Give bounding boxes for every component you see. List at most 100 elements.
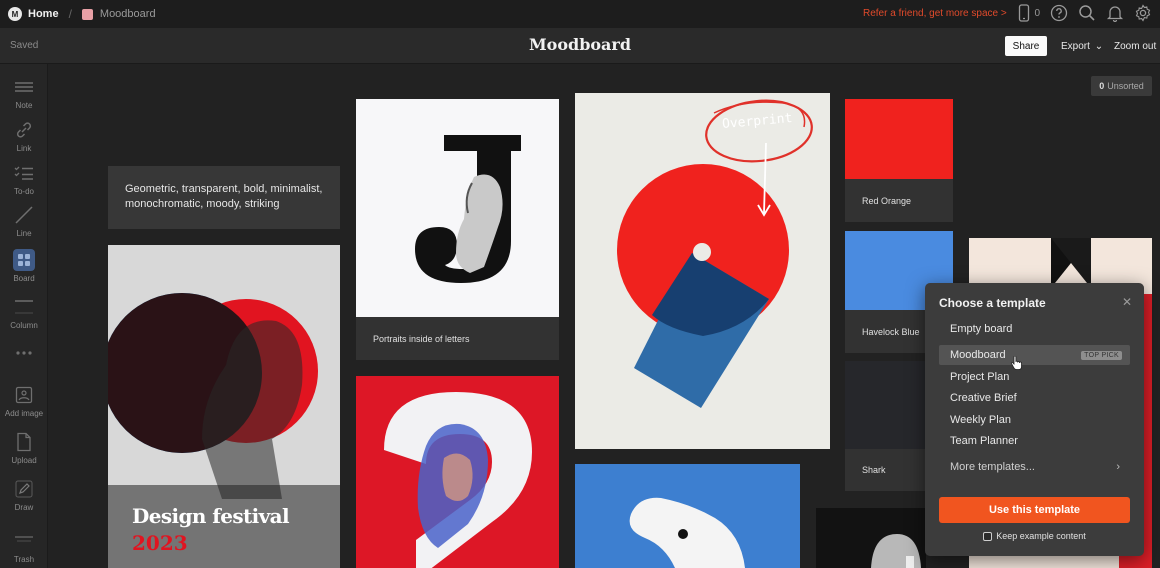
note-text: Geometric, transparent, bold, minimalist…: [125, 183, 323, 210]
board-color-icon: [81, 8, 93, 20]
device-count: 0: [1034, 7, 1040, 19]
template-moodboard[interactable]: Moodboard TOP PICK: [939, 345, 1130, 365]
swatch-red-orange-caption: Red Orange: [845, 179, 953, 222]
more-templates-link[interactable]: More templates... ›: [939, 457, 1130, 477]
template-team-planner[interactable]: Team Planner: [939, 431, 1130, 451]
template-project-plan[interactable]: Project Plan: [939, 367, 1130, 387]
export-label: Export: [1061, 41, 1090, 52]
bell-icon[interactable]: [1106, 4, 1124, 22]
breadcrumb-board[interactable]: Moodboard: [100, 8, 156, 20]
note-card[interactable]: Geometric, transparent, bold, minimalist…: [108, 166, 340, 229]
template-label: Team Planner: [950, 435, 1018, 447]
mobile-button[interactable]: 0: [1018, 4, 1040, 22]
template-label: Empty board: [950, 323, 1013, 335]
swatch-red-orange-label: Red Orange: [862, 195, 912, 206]
festival-title: Design festival: [132, 504, 290, 528]
swatch-shark-label: Shark: [862, 465, 886, 475]
close-icon[interactable]: ✕: [1122, 295, 1132, 309]
board-icon: [13, 249, 35, 271]
tool-note-label: Note: [15, 101, 33, 110]
tool-link[interactable]: Link: [0, 119, 48, 153]
tool-board[interactable]: Board: [0, 249, 48, 283]
number-two-poster[interactable]: [356, 376, 559, 568]
tool-column[interactable]: Column: [0, 296, 48, 330]
link-icon: [13, 119, 35, 141]
export-button[interactable]: Export ⌄: [1061, 41, 1103, 52]
more-icon: [13, 342, 35, 364]
tool-board-label: Board: [13, 274, 35, 283]
tool-draw-label: Draw: [14, 503, 34, 512]
tool-sidebar: Note Link To-do Line Board Column Add im…: [0, 64, 48, 568]
keep-example-content-option[interactable]: Keep example content: [925, 531, 1144, 541]
keep-example-checkbox[interactable]: [983, 531, 993, 541]
home-logo-icon[interactable]: M: [8, 7, 22, 21]
zoom-out-button[interactable]: Zoom out: [1114, 41, 1156, 52]
tool-todo-label: To-do: [13, 187, 34, 196]
overprint-poster[interactable]: Overprint: [575, 93, 830, 449]
swatch-havelock-blue-label: Havelock Blue: [862, 326, 920, 337]
portrait-caption: Portraits inside of letters: [373, 333, 470, 344]
template-panel-title: Choose a template: [939, 296, 1046, 310]
help-icon[interactable]: [1050, 4, 1068, 22]
breadcrumb-separator: /: [68, 7, 72, 21]
top-bar: M Home / Moodboard Refer a friend, get m…: [0, 0, 1160, 28]
festival-year: 2023: [132, 531, 188, 555]
tool-upload[interactable]: Upload: [0, 431, 48, 465]
template-weekly-plan[interactable]: Weekly Plan: [939, 410, 1130, 430]
tool-note[interactable]: Note: [0, 76, 48, 110]
template-creative-brief[interactable]: Creative Brief: [939, 388, 1130, 408]
template-empty-board[interactable]: Empty board: [939, 319, 1130, 339]
board-title[interactable]: Moodboard: [0, 35, 1160, 54]
tool-more[interactable]: [0, 342, 48, 364]
number-two-artwork: [356, 376, 559, 568]
tool-upload-label: Upload: [11, 456, 37, 465]
template-chooser-panel: Choose a template ✕ Empty board Moodboar…: [925, 283, 1144, 556]
board-toolbar: Saved Moodboard Share Export ⌄ Zoom out: [0, 28, 1160, 64]
mobile-icon: [1019, 4, 1030, 22]
column-icon: [13, 296, 35, 318]
refer-link[interactable]: Refer a friend, get more space >: [863, 8, 1007, 19]
swatch-red-orange[interactable]: [845, 99, 953, 179]
tool-trash-label: Trash: [13, 555, 35, 564]
letter-j-artwork: [356, 99, 559, 317]
tool-line-label: Line: [16, 229, 32, 238]
tool-draw[interactable]: Draw: [0, 478, 48, 512]
chevron-right-icon: ›: [1116, 461, 1120, 473]
blue-shape-poster[interactable]: [575, 464, 800, 568]
tool-trash[interactable]: Trash: [0, 530, 48, 564]
search-icon[interactable]: [1078, 4, 1096, 22]
tool-line[interactable]: Line: [0, 204, 48, 238]
upload-icon: [13, 431, 35, 453]
line-icon: [13, 204, 35, 226]
tool-column-label: Column: [10, 321, 38, 330]
pencil-icon: [13, 478, 35, 500]
tool-add-image[interactable]: Add image: [0, 384, 48, 418]
template-label: Creative Brief: [950, 392, 1017, 404]
use-template-button[interactable]: Use this template: [939, 497, 1130, 523]
top-pick-badge: TOP PICK: [1081, 350, 1122, 360]
gear-icon[interactable]: [1134, 4, 1152, 22]
black-poster-artwork: [816, 508, 926, 568]
tool-add-image-label: Add image: [4, 409, 44, 418]
blue-poster-artwork: [575, 464, 800, 568]
image-icon: [13, 384, 35, 406]
share-button[interactable]: Share: [1005, 36, 1047, 56]
todo-icon: [13, 162, 35, 184]
chevron-down-icon: ⌄: [1094, 41, 1104, 52]
portrait-caption-card: Portraits inside of letters: [356, 317, 559, 360]
design-festival-poster[interactable]: Design festival 2023: [108, 245, 340, 568]
tool-todo[interactable]: To-do: [0, 162, 48, 196]
unsorted-count: 0: [1099, 81, 1105, 91]
home-link[interactable]: Home: [28, 8, 59, 20]
portrait-letter-poster[interactable]: [356, 99, 559, 317]
unsorted-label: Unsorted: [1107, 81, 1144, 91]
template-label: Moodboard: [950, 349, 1006, 361]
trash-icon: [13, 530, 35, 552]
overprint-artwork: [575, 93, 830, 449]
black-portrait-poster[interactable]: [816, 508, 926, 568]
note-icon: [13, 76, 35, 98]
template-label: Project Plan: [950, 371, 1010, 383]
keep-example-label: Keep example content: [996, 531, 1086, 541]
more-templates-label: More templates...: [950, 461, 1035, 473]
unsorted-button[interactable]: 0 Unsorted: [1091, 76, 1152, 96]
